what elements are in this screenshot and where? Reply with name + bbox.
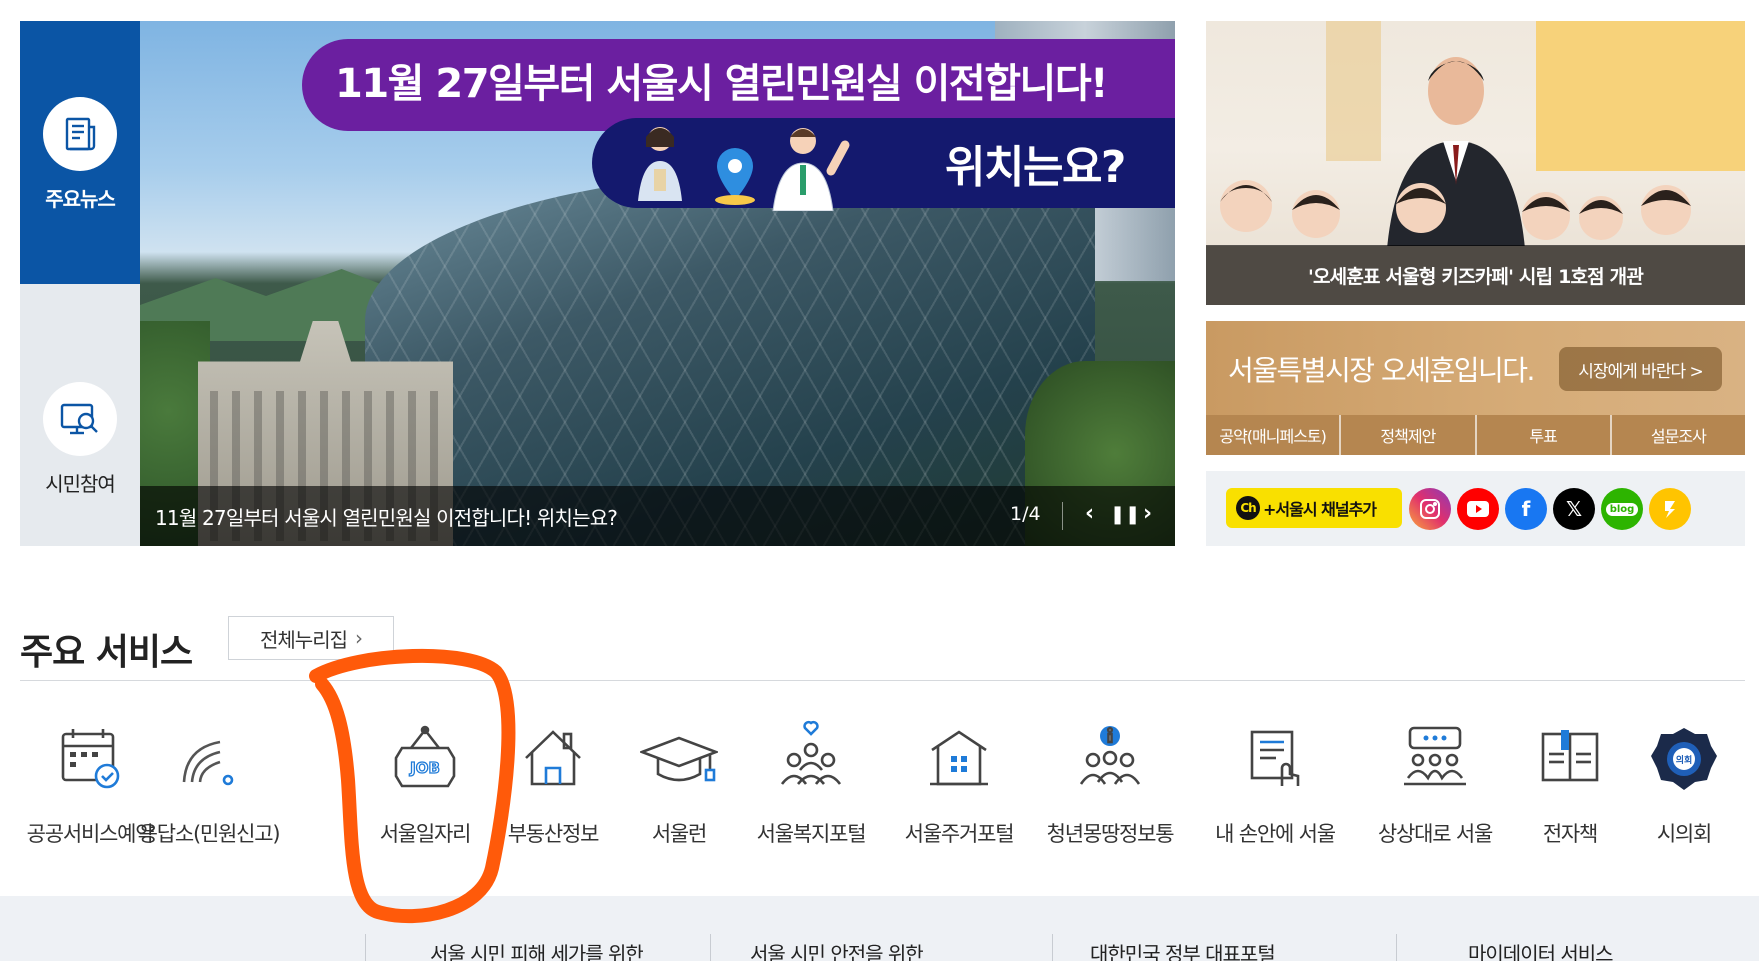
calendar-check-icon [61,729,120,789]
quick-links-separator [1396,934,1397,961]
all-sites-button[interactable]: 전체누리집 › [228,616,394,660]
people-heart-icon [780,720,842,785]
service-eungdapso[interactable]: 응답소(민원신고) [134,720,284,848]
banner-caption[interactable]: 11월 27일부터 서울시 열린민원실 이전합니다! 위치는요? [155,502,618,531]
quick-link-1[interactable]: 서울 시민 피해 세가를 위한 [430,944,643,961]
news-photo-wall [1536,21,1745,171]
hand-document-icon [1250,730,1300,786]
house-icon [525,730,581,786]
service-label: 부동산정보 [507,822,600,846]
service-label: 전자책 [1542,822,1599,846]
newspaper-icon [43,97,117,171]
mayor-menu-vote[interactable]: 투표 [1474,415,1610,455]
graduation-cap-icon [640,736,718,782]
signal-icon [182,740,234,786]
instagram-icon[interactable] [1409,488,1451,530]
service-city-council[interactable]: 의회 시의회 [1609,720,1759,848]
service-label: 서울런 [651,822,708,846]
service-label: 서울주거포털 [904,822,1015,846]
man-illustration-icon [772,128,850,211]
tab-citizen-participation-label: 시민참여 [45,472,116,496]
banner-slide-counter: 1/4 [1010,503,1041,525]
x-icon[interactable]: 𝕏 [1553,488,1595,530]
main-banner[interactable]: 11월 27일부터 서울시 열린민원실 이전합니다! 위치는요? 11월 27일… [140,21,1175,546]
facebook-icon[interactable]: f [1505,488,1547,530]
job-sign-icon: JOB [394,725,456,788]
quick-link-3[interactable]: 대한민국 정부 대표포털 [1090,944,1275,961]
mayor-suggestion-button[interactable]: 시장에게 바란다 > [1559,347,1722,391]
tab-main-news-label: 주요뉴스 [45,187,116,211]
banner-headline: 11월 27일부터 서울시 열린민원실 이전합니다! [335,61,1108,107]
main-services-title: 주요 서비스 [20,632,193,673]
service-label: 서울복지포털 [756,822,867,846]
service-label: 응답소(민원신고) [138,822,281,846]
svg-text:의회: 의회 [1676,754,1693,766]
services-divider [20,680,1745,681]
kakao-channel-button[interactable]: Ch +서울시 채널추가 [1226,488,1402,528]
service-seoul-learn[interactable]: 서울런 [604,720,754,848]
service-youth-info[interactable]: 청년몽땅정보통 [1035,720,1185,848]
svg-text:JOB: JOB [409,759,440,777]
chevron-right-icon[interactable]: › [1143,501,1152,526]
mayor-greeting: 서울특별시장 오세훈입니다. [1228,354,1535,387]
pause-icon[interactable]: ❚❚ [1110,504,1140,525]
kakao-channel-label: +서울시 채널추가 [1263,500,1377,519]
banner-caption-bar: 11월 27일부터 서울시 열린민원실 이전합니다! 위치는요? 1/4 ‹ ❚… [140,486,1175,546]
service-label: 시의회 [1656,822,1713,846]
service-label: 청년몽땅정보통 [1046,822,1175,846]
building-icon [930,730,988,786]
mayor-card: 서울특별시장 오세훈입니다. 시장에게 바란다 > 공약(매니페스토) 정책제안… [1206,321,1745,455]
quick-links-separator [710,934,711,961]
location-pin-icon [715,148,755,205]
quick-link-2[interactable]: 서울 시민 안전을 위한 [750,944,923,961]
service-seoul-in-my-hand[interactable]: 내 손안에 서울 [1200,720,1350,848]
meeting-icon [1404,726,1466,786]
service-label: 상상대로 서울 [1377,822,1493,846]
youth-info-icon [1079,726,1141,785]
kids-cafe-news-card[interactable]: '오세훈표 서울형 키즈카페' 시립 1호점 개관 [1206,21,1745,305]
blog-icon[interactable]: blog [1601,488,1643,530]
service-welfare-portal[interactable]: 서울복지포털 [736,720,886,848]
ebook-icon [1541,730,1599,782]
kakao-channel-icon: Ch [1236,496,1260,520]
service-imagine-seoul[interactable]: 상상대로 서울 [1360,720,1510,848]
sns-bar: Ch +서울시 채널추가 f 𝕏 blog [1206,471,1745,546]
tab-main-news[interactable]: 주요뉴스 [20,21,140,284]
service-housing-portal[interactable]: 서울주거포털 [884,720,1034,848]
service-label: 내 손안에 서울 [1215,822,1336,846]
woman-illustration-icon [638,127,682,201]
quick-link-4[interactable]: 마이데이터 서비스 [1468,944,1613,961]
youtube-icon[interactable] [1457,488,1499,530]
all-sites-label: 전체누리집 [260,627,348,652]
mayor-menu-policy-proposal[interactable]: 정책제안 [1339,415,1474,455]
mayor-menu: 공약(매니페스토) 정책제안 투표 설문조사 [1206,415,1745,455]
news-card-caption: '오세훈표 서울형 키즈카페' 시립 1호점 개관 [1206,245,1745,305]
mayor-menu-manifesto[interactable]: 공약(매니페스토) [1206,415,1339,455]
quick-links-band: 서울 시민 피해 세가를 위한 서울 시민 안전을 위한 대한민국 정부 대표포… [0,896,1759,961]
banner-subheadline: 위치는요? [945,142,1126,193]
chevron-right-icon: › [355,626,363,650]
council-emblem-icon: 의회 [1651,728,1717,790]
monitor-search-icon [43,382,117,456]
side-tabs: 주요뉴스 시민참여 [20,21,186,546]
chevron-left-icon[interactable]: ‹ [1085,501,1094,526]
kakaostory-icon[interactable] [1649,488,1691,530]
tab-citizen-participation[interactable]: 시민참여 [20,284,140,546]
mayor-menu-survey[interactable]: 설문조사 [1609,415,1745,455]
news-photo-panel [1326,21,1381,161]
banner-control-divider [1062,502,1063,530]
quick-links-separator [365,934,366,961]
quick-links-separator [1052,934,1053,961]
service-label: 서울일자리 [379,822,472,846]
